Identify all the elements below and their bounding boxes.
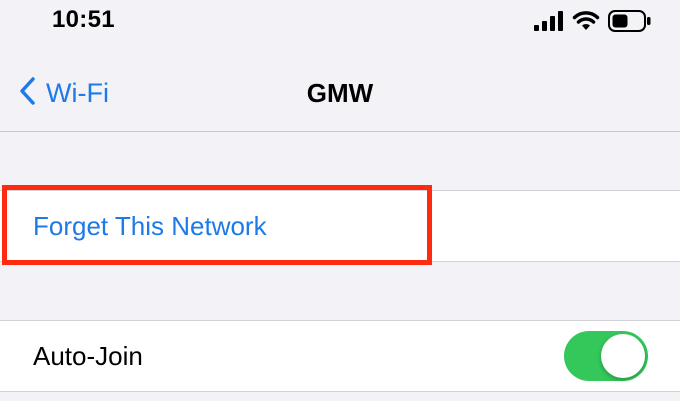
wifi-network-detail-screen: 10:51 Wi-Fi GMW Forget This Network Auto… bbox=[0, 0, 680, 401]
forget-network-button[interactable]: Forget This Network bbox=[33, 211, 267, 242]
status-time: 10:51 bbox=[52, 6, 115, 33]
auto-join-toggle[interactable] bbox=[564, 331, 648, 381]
auto-join-label: Auto-Join bbox=[33, 341, 143, 371]
auto-join-row: Auto-Join bbox=[0, 320, 680, 392]
wifi-icon bbox=[572, 10, 600, 37]
navigation-bar: Wi-Fi GMW bbox=[0, 46, 680, 132]
status-icons bbox=[534, 10, 652, 37]
toggle-knob bbox=[601, 334, 645, 378]
forget-network-row[interactable]: Forget This Network bbox=[0, 190, 680, 262]
page-title: GMW bbox=[306, 78, 374, 108]
status-bar: 10:51 bbox=[0, 0, 680, 46]
cellular-signal-icon bbox=[534, 11, 564, 36]
battery-icon bbox=[608, 10, 652, 37]
